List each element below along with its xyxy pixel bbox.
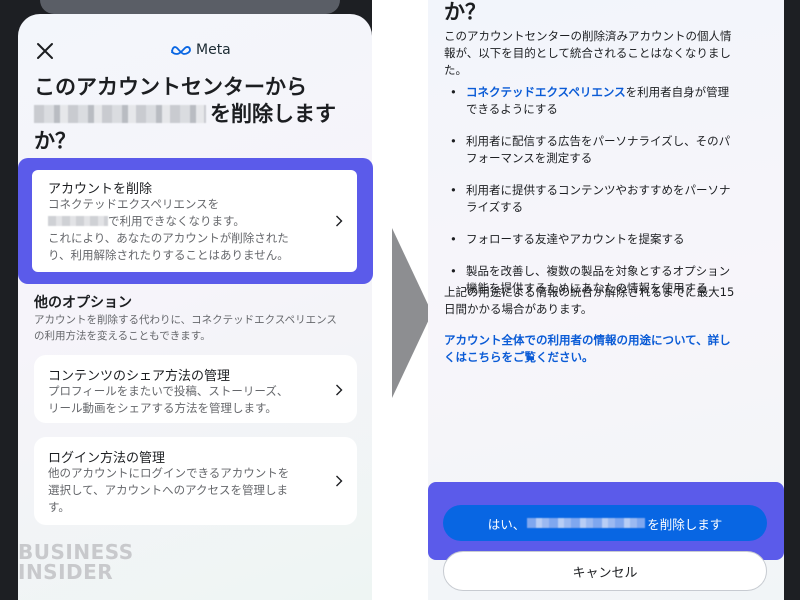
cancel-button[interactable]: キャンセル — [443, 551, 767, 591]
intro-line1: このアカウントセンターの削除済みアカウントの個人情 — [444, 29, 732, 43]
unlink-duration-note: 上記の用途による情報の統合が解除されるまでに最大15 日間かかる場合があります。 — [444, 284, 774, 318]
list-item: 利用者に配信する広告をパーソナライズし、そのパ フォーマンスを測定する — [450, 133, 774, 167]
delete-account-card[interactable]: アカウントを削除 コネクテッドエクスペリエンスを で利用できなくなります。 これ… — [32, 170, 357, 272]
connected-experiences-link[interactable]: コネクテッドエクスペリエンス — [466, 85, 626, 99]
blurred-account-name-button — [527, 518, 646, 528]
page-title-line2: を削除します — [210, 102, 336, 126]
bullet-text: ライズする — [466, 200, 524, 214]
background-card-strip — [40, 0, 340, 14]
bullet-text: 利用者に提供するコンテンツやおすすめをパーソナ — [466, 183, 731, 197]
note-line1: 上記の用途による情報の統合が解除されるまでに最大15 — [444, 285, 735, 299]
bullet-text: フォーマンスを測定する — [466, 151, 593, 165]
login-body-line1: 他のアカウントにログインできるアカウントを — [48, 466, 290, 480]
manage-login-card[interactable]: ログイン方法の管理 他のアカウントにログインできるアカウントを 選択して、アカウ… — [34, 437, 357, 525]
page-title-line1: このアカウントセンターから — [34, 75, 307, 99]
learn-more-line2: くはこちらをご覧ください。 — [444, 350, 594, 364]
confirm-remove-button[interactable]: はい、 を削除します — [443, 505, 767, 541]
manage-login-title: ログイン方法の管理 — [48, 451, 166, 466]
watermark-line2: INSIDER — [18, 560, 114, 584]
chevron-right-icon — [336, 475, 343, 487]
delete-account-title: アカウントを削除 — [48, 182, 153, 197]
confirm-suffix: を削除します — [647, 516, 723, 532]
watermark-line1: BUSINESS — [18, 540, 134, 564]
bullet-text: を利用者自身が管理 — [625, 85, 730, 99]
business-insider-watermark: BUSINESS INSIDER — [18, 542, 134, 582]
manage-sharing-title: コンテンツのシェア方法の管理 — [48, 369, 231, 384]
list-item: フォローする友達やアカウントを提案する — [450, 231, 774, 248]
delete-account-body: コネクテッドエクスペリエンスを で利用できなくなります。 これにより、あなたのア… — [48, 196, 318, 264]
manage-login-body: 他のアカウントにログインできるアカウントを 選択して、アカウントへのアクセスを管… — [48, 465, 318, 516]
meta-logo: Meta — [170, 42, 231, 58]
purpose-list: コネクテッドエクスペリエンスを利用者自身が管理 できるようにする 利用者に配信す… — [450, 84, 774, 312]
bullet-text: 製品を改善し、複数の製品を対象とするオプション — [466, 264, 731, 278]
other-desc-line2: の利用方法を変えることもできます。 — [34, 330, 211, 342]
page-title: このアカウントセンターから を削除します か？ — [34, 74, 364, 155]
bullet-text: できるようにする — [466, 102, 558, 116]
blurred-account-name-small — [48, 216, 108, 226]
other-desc-line1: アカウントを削除する代わりに、コネクテッドエクスペリエンス — [34, 314, 337, 326]
manage-sharing-card[interactable]: コンテンツのシェア方法の管理 プロフィールをまたいで投稿、ストーリーズ、 リール… — [34, 355, 357, 423]
meta-brand-text: Meta — [196, 42, 231, 58]
bullet-text: フォローする友達やアカウントを提案する — [466, 232, 685, 246]
chevron-right-icon — [336, 215, 343, 227]
share-body-line2: リール動画をシェアする方法を管理します。 — [48, 401, 277, 415]
delete-body-line2: で利用できなくなります。 — [108, 214, 245, 228]
other-options-description: アカウントを削除する代わりに、コネクテッドエクスペリエンス の利用方法を変えるこ… — [34, 312, 354, 344]
intro-line3: た。 — [444, 63, 467, 77]
other-options-title: 他のオプション — [34, 295, 132, 311]
list-item: 利用者に提供するコンテンツやおすすめをパーソナ ライズする — [450, 182, 774, 216]
meta-infinity-icon — [171, 46, 191, 55]
list-item: コネクテッドエクスペリエンスを利用者自身が管理 できるようにする — [450, 84, 774, 118]
login-body-line2: 選択して、アカウントへのアクセスを管理しま — [48, 483, 289, 497]
chevron-right-icon — [336, 384, 343, 396]
delete-body-line3: これにより、あなたのアカウントが削除された — [48, 231, 289, 245]
intro-line2: 報が、以下を目的として統合されることはなくなりまし — [444, 46, 731, 60]
share-body-line1: プロフィールをまたいで投稿、ストーリーズ、 — [48, 384, 289, 398]
sheet-heading: か？ — [444, 0, 486, 24]
blurred-account-name — [34, 105, 206, 123]
bullet-text: 利用者に配信する広告をパーソナライズし、そのパ — [466, 134, 731, 148]
note-line2: 日間かかる場合があります。 — [444, 302, 593, 316]
page-title-line3: か？ — [34, 129, 76, 153]
confirm-prefix: はい、 — [487, 516, 526, 532]
learn-more-line1: アカウント全体での利用者の情報の用途について、詳し — [444, 333, 731, 347]
delete-body-line4: り、利用解除されたりすることはありません。 — [48, 248, 289, 262]
learn-more-link[interactable]: アカウント全体での利用者の情報の用途について、詳し くはこちらをご覧ください。 — [444, 332, 774, 366]
delete-body-line1: コネクテッドエクスペリエンスを — [48, 197, 220, 211]
login-body-line3: す。 — [48, 500, 70, 514]
intro-text: このアカウントセンターの削除済みアカウントの個人情 報が、以下を目的として統合さ… — [444, 28, 774, 79]
arrow-right-icon — [392, 228, 432, 398]
close-icon[interactable] — [36, 42, 54, 60]
manage-sharing-body: プロフィールをまたいで投稿、ストーリーズ、 リール動画をシェアする方法を管理しま… — [48, 383, 318, 417]
